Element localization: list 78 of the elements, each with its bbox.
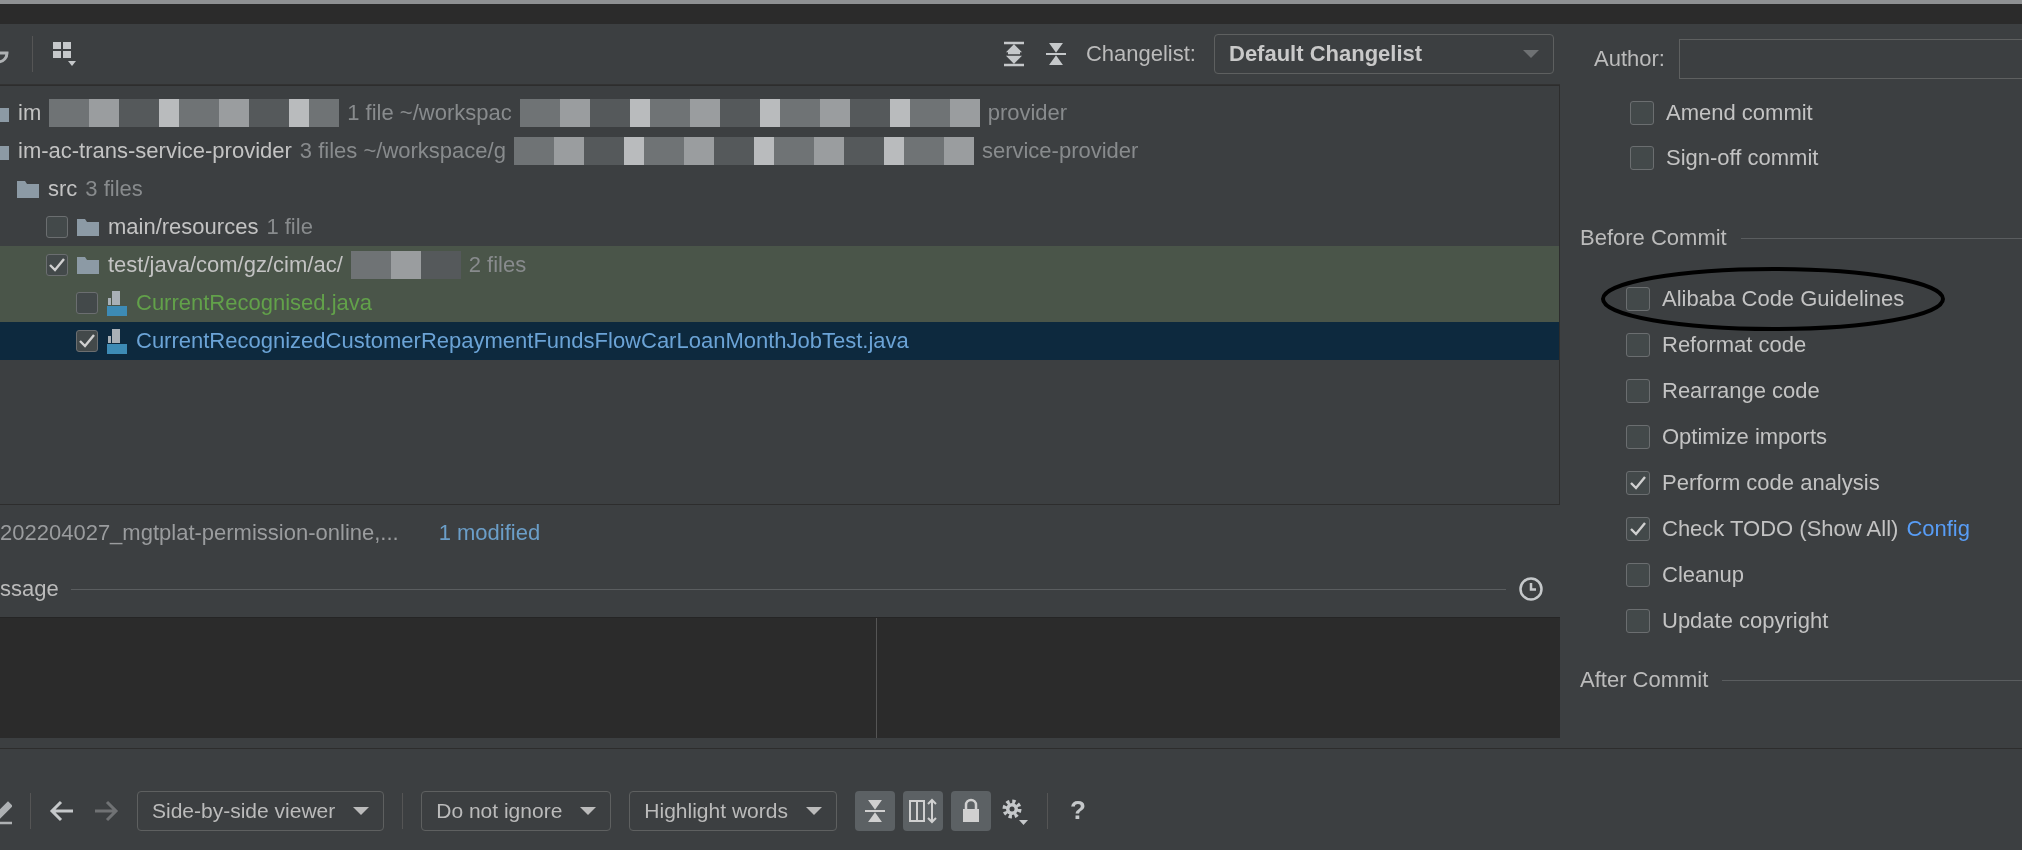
- caret-icon: [1523, 49, 1539, 59]
- node-info: 1 file: [266, 214, 313, 240]
- collapse-icon: [862, 797, 887, 824]
- checkbox[interactable]: [1626, 425, 1650, 449]
- checkbox[interactable]: [1630, 100, 1654, 125]
- history-icon[interactable]: [1518, 576, 1544, 602]
- highlight-dropdown[interactable]: Highlight words: [629, 790, 837, 831]
- checkbox[interactable]: [1630, 145, 1654, 170]
- help-button[interactable]: ?: [1065, 795, 1090, 826]
- node-name: CurrentRecognised.java: [136, 290, 373, 316]
- option-label: Update copyright: [1662, 608, 1829, 634]
- changelist-summary: 202204027_mgtplat-permission-online,...: [0, 520, 399, 546]
- expand-all-icon[interactable]: [1001, 41, 1026, 67]
- node-name: CurrentRecognizedCustomerRepaymentFundsFlowCarLoanMonthJobTest.java: [136, 328, 909, 354]
- option-label: Reformat code: [1662, 332, 1807, 358]
- folder-icon: [76, 217, 100, 237]
- node-info: 2 files: [468, 252, 527, 278]
- configure-link[interactable]: Config: [1906, 516, 1970, 542]
- checkbox[interactable]: [46, 216, 68, 238]
- tree-row[interactable]: im 1 file ~/workspac provider: [0, 94, 1559, 132]
- changelist-dropdown[interactable]: Default Changelist: [1214, 34, 1554, 74]
- checkbox[interactable]: [1626, 287, 1650, 311]
- folder-icon: [16, 179, 40, 199]
- checkbox[interactable]: [1626, 333, 1650, 357]
- collapse-all-icon[interactable]: [1043, 41, 1068, 67]
- option-label: Cleanup: [1662, 562, 1744, 588]
- tree-row[interactable]: im-ac-trans-service-provider 3 files ~/workspace/g service-provider: [0, 132, 1559, 170]
- node-name: im-ac-trans-service-provider: [18, 138, 292, 164]
- checkbox[interactable]: [1626, 563, 1650, 587]
- author-label: Author:: [1594, 46, 1665, 72]
- section-title: Before Commit: [1580, 225, 1727, 251]
- ignore-dropdown[interactable]: Do not ignore: [421, 790, 612, 831]
- lock-button[interactable]: [950, 790, 991, 831]
- node-info: 1 file ~/workspac: [347, 100, 512, 126]
- back-arrow-icon[interactable]: [49, 799, 75, 822]
- sync-scroll-button[interactable]: [902, 790, 943, 831]
- checkbox[interactable]: [76, 330, 98, 352]
- tree-row[interactable]: test/java/com/gz/cim/ac/ 2 files: [0, 246, 1559, 284]
- collapse-unchanged-button[interactable]: [854, 790, 895, 831]
- caret-icon: [353, 805, 370, 816]
- viewer-dropdown[interactable]: Side-by-side viewer: [137, 790, 385, 831]
- node-name: test/java/com/gz/cim/ac/: [108, 252, 343, 278]
- author-field[interactable]: [1678, 39, 2022, 79]
- checkbox[interactable]: [1626, 471, 1650, 495]
- option-label: Optimize imports: [1662, 424, 1828, 450]
- java-file-icon: [106, 290, 128, 316]
- node-name: im: [18, 100, 42, 126]
- caret-icon: [805, 805, 822, 816]
- group-by-icon[interactable]: [51, 40, 77, 68]
- commit-message-field[interactable]: [0, 617, 1560, 738]
- tree-row[interactable]: main/resources 1 file: [0, 208, 1559, 246]
- node-info: 3 files ~/workspace/g: [299, 138, 506, 164]
- node-info: service-provider: [981, 138, 1139, 164]
- node-name: main/resources: [108, 214, 259, 240]
- checkbox[interactable]: [1626, 379, 1650, 403]
- modified-link[interactable]: 1 modified: [438, 520, 541, 546]
- checkbox[interactable]: [1626, 517, 1650, 541]
- folder-icon: [76, 255, 100, 275]
- java-file-icon: [106, 328, 128, 354]
- caret-icon: [580, 805, 597, 816]
- node-name: src: [48, 176, 78, 202]
- changelist-label: Changelist:: [1085, 41, 1196, 67]
- option-label: Perform code analysis: [1662, 470, 1880, 496]
- option-label: Alibaba Code Guidelines: [1662, 286, 1905, 312]
- section-title: ssage: [0, 576, 59, 602]
- node-info: provider: [987, 100, 1068, 126]
- tree-row[interactable]: src 3 files: [0, 170, 1559, 208]
- checkbox[interactable]: [1626, 609, 1650, 633]
- columns-arrows-icon: [907, 797, 938, 824]
- section-title: After Commit: [1580, 667, 1709, 693]
- node-info: 3 files: [85, 176, 143, 202]
- tree-row[interactable]: CurrentRecognizedCustomerRepaymentFundsFlowCarLoanMonthJobTest.java: [0, 322, 1559, 360]
- option-label: Check TODO (Show All): [1662, 516, 1899, 542]
- checkbox[interactable]: [46, 254, 68, 276]
- option-label: Rearrange code: [1662, 378, 1820, 404]
- checkbox[interactable]: [76, 292, 98, 314]
- option-label: Sign-off commit: [1666, 144, 1819, 171]
- option-label: Amend commit: [1666, 99, 1813, 126]
